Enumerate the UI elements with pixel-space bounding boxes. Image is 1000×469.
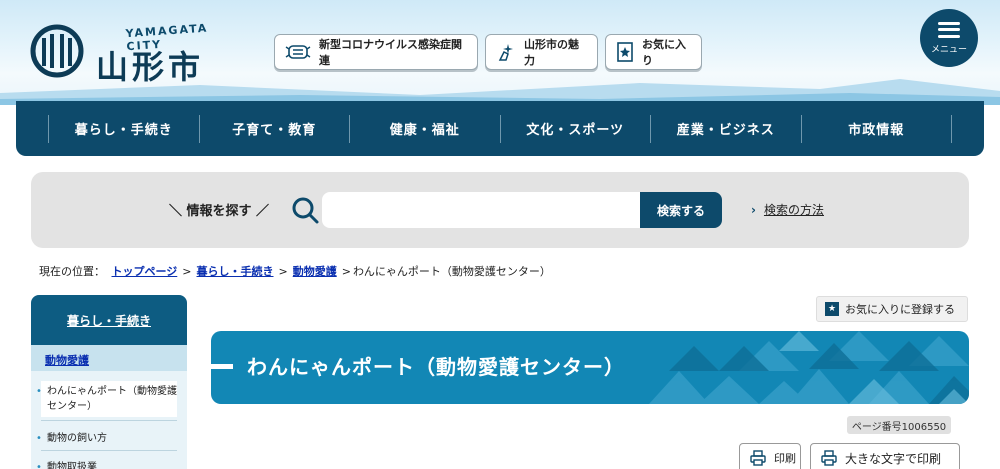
sidebar-divider [41, 450, 177, 451]
global-nav: 暮らし・手続き 子育て・教育 健康・福祉 文化・スポーツ 産業・ビジネス 市政情… [16, 101, 984, 156]
search-icon [292, 197, 319, 224]
city-emblem-icon [30, 24, 84, 78]
breadcrumb-link-top[interactable]: トップページ [112, 265, 178, 278]
add-favorite-button[interactable]: ★ お気に入りに登録する [816, 296, 968, 322]
print-label: 印刷 [774, 452, 796, 465]
favorites-button[interactable]: お気に入り [605, 34, 702, 70]
mask-icon [285, 44, 311, 60]
printer-icon [821, 450, 837, 466]
sidebar-heading[interactable]: 暮らし・手続き [31, 295, 187, 345]
page-number-badge: ページ番号1006550 [847, 416, 951, 434]
search-button[interactable]: 検索する [640, 192, 722, 228]
print-large-button[interactable]: 大きな文字で印刷 [810, 443, 960, 469]
sidebar-divider [41, 420, 177, 421]
search-help-link[interactable]: 検索の方法 [764, 203, 824, 217]
covid-info-label: 新型コロナウイルス感染症関連 [319, 38, 462, 67]
favorites-label: お気に入り [642, 38, 686, 67]
menu-button[interactable]: メニュー [920, 9, 978, 67]
logo-japanese: 山形市 [96, 48, 205, 86]
search-lead: ＼ 情報を探す ／ [169, 204, 270, 219]
page-title: わんにゃんポート（動物愛護センター） [247, 355, 625, 379]
chevron-right-icon: › [751, 203, 756, 217]
add-favorite-label: お気に入りに登録する [845, 303, 955, 316]
city-charm-button[interactable]: 山形市の魅力 [485, 34, 598, 70]
sidebar-item-animal-business[interactable]: 動物取扱業 [36, 460, 177, 469]
site-header: YAMAGATA CITY 山形市 新型コロナウイルス感染症関連 山形市の魅力 … [0, 0, 1000, 105]
triangle-pattern-decoration [649, 331, 969, 404]
title-accent-bar [211, 364, 233, 369]
nav-item-cityinfo[interactable]: 市政情報 [800, 114, 952, 143]
breadcrumb-current: わんにゃんポート（動物愛護センター） [352, 265, 551, 278]
sidebar-item-pet-care[interactable]: 動物の飼い方 [36, 431, 177, 446]
nav-item-living[interactable]: 暮らし・手続き [48, 114, 199, 143]
star-bookmark-icon [616, 42, 634, 62]
nav-item-health[interactable]: 健康・福祉 [349, 114, 500, 143]
sparkle-hand-icon [496, 42, 516, 62]
page-title-banner: わんにゃんポート（動物愛護センター） [211, 331, 969, 404]
print-button[interactable]: 印刷 [739, 443, 801, 469]
breadcrumb-prefix: 現在の位置： [39, 265, 105, 278]
nav-item-business[interactable]: 産業・ビジネス [650, 114, 801, 143]
breadcrumb-link-living[interactable]: 暮らし・手続き [197, 265, 274, 278]
breadcrumb-link-animal[interactable]: 動物愛護 [293, 265, 337, 278]
nav-item-culture[interactable]: 文化・スポーツ [499, 114, 651, 143]
star-icon: ★ [825, 302, 839, 316]
nav-item-childcare[interactable]: 子育て・教育 [198, 114, 350, 143]
printer-icon [750, 450, 766, 466]
site-logo[interactable]: YAMAGATA CITY 山形市 [30, 18, 220, 86]
breadcrumb: 現在の位置： トップページ > 暮らし・手続き > 動物愛護 > わんにゃんポート（動物愛護… [39, 265, 551, 278]
hamburger-icon [938, 21, 960, 38]
search-input[interactable] [322, 192, 642, 228]
sidebar: 暮らし・手続き 動物愛護 わんにゃんポート（動物愛護センター） 動物の飼い方 動… [31, 295, 187, 469]
covid-info-button[interactable]: 新型コロナウイルス感染症関連 [274, 34, 478, 70]
sidebar-item-wannyan[interactable]: わんにゃんポート（動物愛護センター） [36, 381, 177, 417]
print-large-label: 大きな文字で印刷 [845, 451, 942, 466]
search-help: › 検索の方法 [751, 201, 824, 218]
city-charm-label: 山形市の魅力 [524, 38, 579, 67]
menu-label: メニュー [930, 44, 967, 55]
search-panel: ＼ 情報を探す ／ 検索する › 検索の方法 [31, 172, 969, 248]
sidebar-category[interactable]: 動物愛護 [31, 345, 187, 371]
